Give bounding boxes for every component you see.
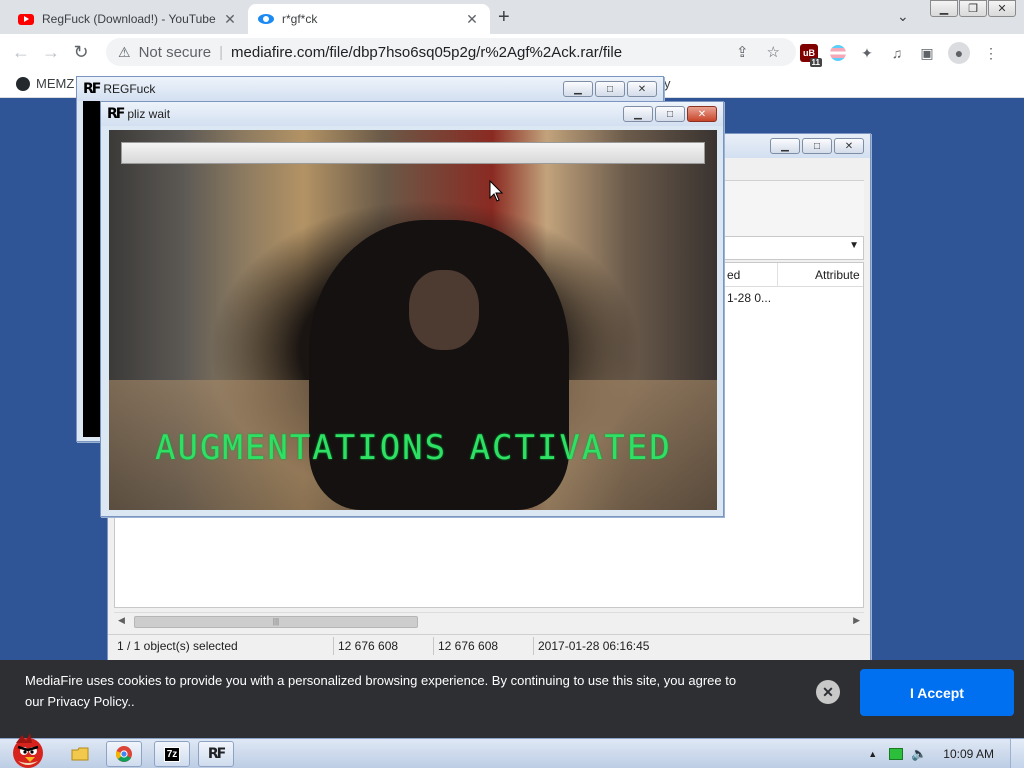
dropdown-arrow-icon[interactable]: ▼ bbox=[849, 240, 859, 251]
close-icon[interactable]: ✕ bbox=[988, 0, 1016, 17]
maximize-icon[interactable]: □ bbox=[595, 81, 625, 97]
extension-badge: 11 bbox=[809, 58, 822, 67]
window-controls: ▁ ❐ ✕ bbox=[929, 0, 1016, 17]
url-text[interactable]: mediafire.com/file/dbp7hso6sq05p2g/r%2Ag… bbox=[231, 44, 622, 61]
tab-mediafire[interactable]: r*gf*ck ✕ bbox=[248, 4, 490, 34]
cookie-close-button[interactable]: ✕ bbox=[816, 680, 840, 704]
horizontal-scrollbar[interactable]: ◀ ||| ▶ bbox=[114, 612, 864, 630]
regfuck-logo-icon: RF bbox=[83, 81, 101, 97]
system-tray: ▲ 🔈 10:09 AM bbox=[868, 739, 1024, 768]
clock[interactable]: 10:09 AM bbox=[943, 747, 994, 761]
close-icon[interactable]: ✕ bbox=[687, 106, 717, 122]
status-divider bbox=[433, 637, 434, 655]
share-icon[interactable]: ⇪ bbox=[736, 43, 749, 61]
column-divider bbox=[777, 263, 778, 287]
status-modified: 2017-01-28 06:16:45 bbox=[538, 639, 650, 653]
back-arrow-icon[interactable]: ← bbox=[6, 42, 36, 63]
scroll-right-icon[interactable]: ▶ bbox=[853, 615, 860, 626]
address-bar[interactable]: ⚠ Not secure | mediafire.com/file/dbp7hs… bbox=[106, 38, 796, 66]
forward-arrow-icon[interactable]: → bbox=[36, 42, 66, 63]
menu-kebab-icon[interactable]: ⋮ bbox=[982, 44, 1000, 62]
puzzle-extensions-icon[interactable]: ✦ bbox=[858, 44, 876, 62]
close-icon[interactable]: ✕ bbox=[834, 138, 864, 154]
video-figure-head bbox=[409, 270, 479, 350]
window-title: REGFuck bbox=[103, 82, 156, 96]
mediafire-icon bbox=[258, 11, 274, 27]
taskbar: 7z RF ▲ 🔈 10:09 AM bbox=[0, 733, 1024, 768]
bookmark-partial-label[interactable]: y bbox=[664, 76, 671, 91]
maximize-icon[interactable]: □ bbox=[655, 106, 685, 122]
7zip-icon[interactable]: 7z bbox=[154, 741, 190, 767]
7zip-label: 7z bbox=[163, 746, 181, 762]
scrollbar-thumb[interactable]: ||| bbox=[134, 616, 418, 628]
start-button-angry-bird-icon[interactable] bbox=[4, 731, 50, 768]
close-icon[interactable]: ✕ bbox=[627, 81, 657, 97]
minimize-icon[interactable]: ▁ bbox=[563, 81, 593, 97]
column-header-modified[interactable]: ed bbox=[727, 268, 740, 282]
battery-icon[interactable] bbox=[889, 748, 904, 760]
ublock-origin-icon[interactable]: uB 11 bbox=[800, 44, 822, 67]
reload-icon[interactable]: ↻ bbox=[66, 42, 96, 63]
youtube-icon bbox=[18, 11, 34, 27]
bookmark-label: MEMZ bbox=[36, 76, 75, 91]
cookie-banner: MediaFire uses cookies to provide you wi… bbox=[0, 660, 1024, 738]
augmentations-overlay-text: AUGMENTATIONS ACTIVATED bbox=[155, 428, 672, 468]
row-modified-cell: 1-28 0... bbox=[727, 291, 772, 305]
show-desktop-button[interactable] bbox=[1010, 739, 1024, 768]
status-selection: 1 / 1 object(s) selected bbox=[117, 639, 238, 653]
tab-search-chevron-icon[interactable]: ⌄ bbox=[897, 8, 909, 25]
omnibox-actions: ⇪ ☆ bbox=[736, 43, 780, 61]
maximize-icon[interactable]: □ bbox=[802, 138, 832, 154]
minimize-icon[interactable]: ▁ bbox=[770, 138, 800, 154]
volume-icon[interactable]: 🔈 bbox=[911, 746, 927, 762]
regfuck-logo-icon: RF bbox=[107, 106, 125, 122]
new-tab-button[interactable]: + bbox=[498, 6, 510, 29]
tab-strip: RegFuck (Download!) - YouTube ✕ r*gf*ck … bbox=[0, 0, 1024, 34]
cookie-message: MediaFire uses cookies to provide you wi… bbox=[25, 673, 737, 709]
window-controls: ▁ □ ✕ bbox=[623, 106, 717, 122]
accept-cookies-button[interactable]: I Accept bbox=[860, 669, 1014, 716]
table-row[interactable]: 1-28 0... bbox=[727, 291, 771, 305]
chrome-icon[interactable] bbox=[106, 741, 142, 767]
trans-flag-extension-icon[interactable] bbox=[830, 45, 846, 61]
tab-title: RegFuck (Download!) - YouTube bbox=[42, 12, 216, 26]
profile-avatar-icon[interactable]: ● bbox=[948, 42, 970, 64]
status-packed-size: 12 676 608 bbox=[438, 639, 499, 653]
status-divider bbox=[333, 637, 334, 655]
tab-close-icon[interactable]: ✕ bbox=[222, 11, 238, 28]
window-title: pliz wait bbox=[127, 107, 171, 121]
explorer-icon[interactable] bbox=[62, 741, 98, 767]
media-controls-icon[interactable]: ♫ bbox=[888, 44, 906, 62]
separator: | bbox=[219, 43, 224, 61]
column-header-attributes[interactable]: Attribute bbox=[815, 268, 860, 282]
tab-youtube[interactable]: RegFuck (Download!) - YouTube ✕ bbox=[8, 4, 248, 34]
window-controls: ▁ □ ✕ bbox=[563, 81, 657, 97]
bookmark-star-icon[interactable]: ☆ bbox=[767, 43, 780, 61]
bookmark-memz[interactable]: MEMZ bbox=[16, 76, 74, 91]
progress-bar bbox=[121, 142, 705, 164]
warning-icon[interactable]: ⚠ bbox=[118, 44, 131, 61]
extensions-area: uB 11 ✦ ♫ ▣ ● ⋮ bbox=[800, 42, 1000, 67]
window-controls: ▁ □ ✕ bbox=[770, 138, 864, 154]
security-label[interactable]: Not secure bbox=[139, 44, 212, 61]
minimize-icon[interactable]: ▁ bbox=[623, 106, 653, 122]
status-divider bbox=[533, 637, 534, 655]
browser-toolbar: ← → ↻ ⚠ Not secure | mediafire.com/file/… bbox=[0, 34, 1024, 70]
video-frame: AUGMENTATIONS ACTIVATED bbox=[109, 130, 717, 510]
scroll-left-icon[interactable]: ◀ bbox=[118, 615, 125, 626]
regfuck-titlebar[interactable]: RF REGFuck ▁ □ ✕ bbox=[77, 77, 663, 101]
minimize-icon[interactable]: ▁ bbox=[930, 0, 958, 17]
tab-title: r*gf*ck bbox=[282, 12, 318, 26]
regfuck-icon[interactable]: RF bbox=[198, 741, 234, 767]
tray-expand-icon[interactable]: ▲ bbox=[868, 749, 877, 759]
status-size: 12 676 608 bbox=[338, 639, 399, 653]
status-bar: 1 / 1 object(s) selected 12 676 608 12 6… bbox=[108, 634, 870, 656]
github-icon bbox=[16, 76, 30, 91]
restore-icon[interactable]: ❐ bbox=[959, 0, 987, 17]
pliz-wait-titlebar[interactable]: RF pliz wait ▁ □ ✕ bbox=[101, 102, 723, 126]
pliz-wait-window[interactable]: RF pliz wait ▁ □ ✕ AUGMENTATIONS ACTIVAT… bbox=[100, 101, 724, 517]
regfuck-label: RF bbox=[207, 746, 226, 762]
side-panel-icon[interactable]: ▣ bbox=[918, 44, 936, 62]
tab-close-icon[interactable]: ✕ bbox=[464, 11, 480, 28]
